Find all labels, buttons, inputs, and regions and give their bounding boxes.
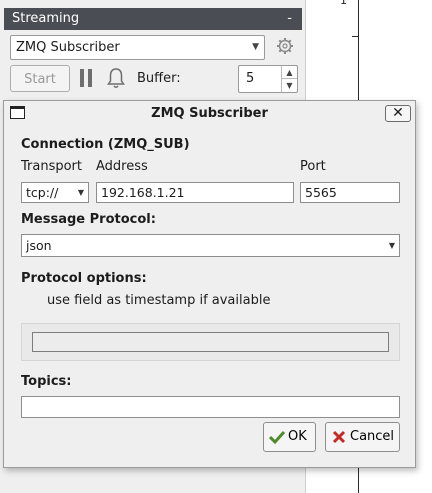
- timestamp-field-input[interactable]: [32, 332, 389, 352]
- collapse-button[interactable]: -: [287, 8, 292, 30]
- cancel-label: Cancel: [350, 429, 395, 444]
- port-label: Port: [300, 159, 326, 174]
- topics-input[interactable]: [21, 396, 400, 418]
- plugin-select-value: ZMQ Subscriber: [16, 40, 120, 55]
- topics-label: Topics:: [21, 374, 72, 389]
- decrement-arrow-icon[interactable]: ▼: [282, 79, 297, 92]
- port-input[interactable]: 5565: [300, 182, 400, 203]
- connection-heading: Connection (ZMQ_SUB): [21, 137, 190, 152]
- increment-arrow-icon[interactable]: ▲: [282, 66, 297, 79]
- transport-value: tcp://: [26, 185, 59, 200]
- transport-label: Transport: [21, 159, 83, 174]
- address-input[interactable]: 192.168.1.21: [96, 182, 294, 203]
- protocol-options-frame: [21, 323, 400, 361]
- transport-select[interactable]: tcp:// ▼: [21, 182, 89, 203]
- ok-label: OK: [288, 429, 307, 444]
- timestamp-option-text: use field as timestamp if available: [47, 293, 271, 308]
- streaming-panel: Streaming - ZMQ Subscriber ▼ Start Buffe…: [0, 0, 305, 100]
- message-protocol-value: json: [26, 238, 52, 253]
- dialog-titlebar[interactable]: ZMQ Subscriber ✕: [4, 101, 415, 126]
- plot-tick-label: 1: [340, 0, 347, 7]
- buffer-spinbox[interactable]: 5 ▲ ▼: [238, 65, 298, 93]
- ok-button[interactable]: OK: [263, 422, 316, 452]
- chevron-down-icon: ▼: [388, 241, 395, 250]
- streaming-title: Streaming: [12, 11, 80, 26]
- checkmark-icon: [269, 430, 285, 444]
- close-button[interactable]: ✕: [385, 105, 411, 122]
- cancel-button[interactable]: Cancel: [325, 422, 400, 452]
- streaming-plugin-select[interactable]: ZMQ Subscriber ▼: [10, 35, 265, 60]
- buffer-label: Buffer:: [137, 71, 181, 86]
- dialog-title: ZMQ Subscriber: [151, 106, 268, 121]
- message-protocol-label: Message Protocol:: [21, 212, 156, 227]
- start-button[interactable]: Start: [10, 65, 70, 92]
- pause-icon[interactable]: [80, 69, 94, 87]
- bell-icon[interactable]: [106, 67, 126, 89]
- cancel-x-icon: [332, 430, 346, 444]
- chevron-down-icon: ▼: [252, 42, 259, 52]
- buffer-value: 5: [246, 71, 255, 86]
- gear-icon[interactable]: [276, 37, 294, 55]
- message-protocol-select[interactable]: json ▼: [21, 234, 400, 257]
- plot-tick: [352, 36, 358, 37]
- streaming-header: Streaming -: [4, 8, 302, 30]
- address-label: Address: [96, 159, 148, 174]
- chevron-down-icon: ▼: [77, 188, 84, 197]
- protocol-options-label: Protocol options:: [21, 271, 147, 286]
- zmq-subscriber-dialog: ZMQ Subscriber ✕ Connection (ZMQ_SUB) Tr…: [3, 100, 416, 468]
